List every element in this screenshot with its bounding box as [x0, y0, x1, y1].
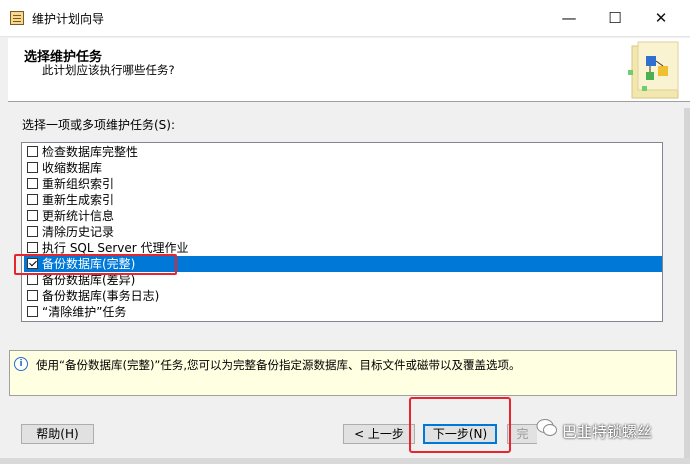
wechat-watermark-icon: [536, 419, 557, 436]
task-label: 重新组织索引: [42, 177, 115, 191]
task-checkbox[interactable]: [27, 146, 38, 157]
task-checkbox[interactable]: [27, 274, 38, 285]
task-label: 更新统计信息: [42, 209, 115, 223]
highlight-box-next-button: [409, 397, 511, 453]
finish-button[interactable]: 完: [507, 424, 537, 444]
maximize-button[interactable]: ☐: [592, 0, 638, 36]
back-button[interactable]: < 上一步: [343, 424, 415, 444]
maintenance-task-list[interactable]: 检查数据库完整性 收缩数据库 重新组织索引 重新生成索引 更新统计信息 清除历史记录 执行 …: [21, 142, 663, 322]
task-label: 重新生成索引: [42, 193, 115, 207]
task-description-text: 使用“备份数据库(完整)”任务,您可以为完整备份指定源数据库、目标文件或磁带以及…: [36, 358, 521, 372]
task-item[interactable]: 检查数据库完整性: [24, 144, 662, 160]
task-item[interactable]: 更新统计信息: [24, 208, 662, 224]
wizard-header: 选择维护任务 此计划应该执行哪些任务?: [8, 38, 690, 102]
task-item[interactable]: 备份数据库(事务日志): [24, 288, 662, 304]
wizard-graphic-icon: [628, 41, 679, 99]
task-checkbox[interactable]: [27, 306, 38, 317]
page-subtitle: 此计划应该执行哪些任务?: [42, 63, 175, 77]
task-checkbox[interactable]: [27, 210, 38, 221]
close-button[interactable]: ✕: [638, 0, 684, 36]
task-checkbox[interactable]: [27, 194, 38, 205]
task-checkbox[interactable]: [27, 178, 38, 189]
task-label: 清除历史记录: [42, 225, 115, 239]
task-item[interactable]: 重新生成索引: [24, 192, 662, 208]
task-item[interactable]: 清除历史记录: [24, 224, 662, 240]
window-title: 维护计划向导: [32, 12, 105, 26]
task-list-label: 选择一项或多项维护任务(S):: [22, 118, 176, 132]
help-button[interactable]: 帮助(H): [21, 424, 94, 444]
info-icon: i: [14, 357, 28, 371]
wizard-app-icon: [10, 11, 24, 25]
task-item[interactable]: “清除维护”任务: [24, 304, 662, 320]
highlight-box-selected-task: [14, 254, 177, 275]
task-item[interactable]: 收缩数据库: [24, 160, 662, 176]
task-checkbox[interactable]: [27, 226, 38, 237]
task-description-box: i 使用“备份数据库(完整)”任务,您可以为完整备份指定源数据库、目标文件或磁带…: [9, 350, 677, 396]
title-bar: 维护计划向导 — ☐ ✕: [0, 0, 690, 37]
task-checkbox[interactable]: [27, 162, 38, 173]
minimize-button[interactable]: —: [546, 0, 592, 36]
task-label: 备份数据库(事务日志): [42, 289, 160, 303]
task-label: 检查数据库完整性: [42, 145, 139, 159]
task-item[interactable]: 重新组织索引: [24, 176, 662, 192]
task-label: 收缩数据库: [42, 161, 103, 175]
background-bottom: [0, 458, 690, 464]
task-label: “清除维护”任务: [42, 305, 127, 319]
background-edge: [684, 108, 690, 464]
task-checkbox[interactable]: [27, 290, 38, 301]
watermark-text: 巴韭特锁螺丝: [562, 423, 653, 441]
task-checkbox[interactable]: [27, 242, 38, 253]
